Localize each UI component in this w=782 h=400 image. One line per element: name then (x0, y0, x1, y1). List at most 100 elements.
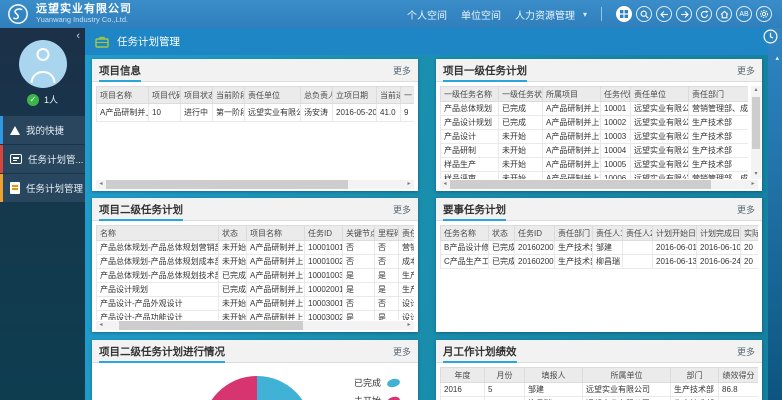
table-cell: 已完成 (499, 102, 543, 116)
page-scrollbar[interactable] (768, 28, 782, 400)
table-cell: 远望实业有限公司 (245, 104, 301, 122)
table-cell: 产品设计-产品功能设计 (97, 311, 219, 321)
scrollbar-thumb[interactable] (106, 180, 348, 189)
table-cell: 10005 (601, 158, 631, 172)
table-header-row: 项目名称项目代码项目状态当前阶段责任单位总负责人立项日期当前进度一 (97, 87, 415, 104)
scroll-right-icon[interactable]: ▸ (404, 180, 414, 189)
scrollbar-thumb[interactable] (119, 321, 303, 330)
more-link[interactable]: 更多 (393, 345, 411, 358)
table-cell: 10006 (601, 172, 631, 180)
nav-hr-management[interactable]: 人力资源管理 (515, 7, 575, 22)
horizontal-scrollbar[interactable]: ◂ ▸ (96, 321, 414, 330)
table-cell (623, 255, 653, 269)
table-cell: 201602001 (515, 241, 555, 255)
scroll-down-icon[interactable]: ▾ (754, 170, 757, 179)
table-cell: 生产技术部 (555, 241, 593, 255)
nav-unit-space[interactable]: 单位空间 (461, 7, 501, 22)
panel-level2-task-plan: 项目二级任务计划 更多 名称状态项目名称任务ID关键节点里程碑责任产品总体规划-… (92, 198, 418, 332)
table-cell (623, 241, 653, 255)
back-arrow-icon[interactable] (656, 6, 672, 22)
table-cell: A产品研制并上市 (247, 311, 305, 321)
table-cell: 营销管理部、成本管理部 (689, 102, 749, 116)
company-name-en: Yuanwang Industry Co.,Ltd. (36, 16, 132, 24)
vertical-scrollbar[interactable]: ▴ ▾ (751, 86, 761, 179)
table-cell: 未开始 (219, 241, 247, 255)
language-ab-icon[interactable]: AB (736, 6, 752, 22)
search-icon[interactable] (636, 6, 652, 22)
sidebar-collapse-icon[interactable]: ‹ (76, 30, 80, 42)
table-cell: 否 (343, 297, 375, 311)
sidebar-item-my-shortcuts[interactable]: 我的快捷 (0, 116, 85, 144)
table-cell: 远望实业有限公司 (583, 383, 671, 397)
table-cell: 已完成 (499, 116, 543, 130)
table-cell: 10003002 (305, 311, 343, 321)
project-info-table: 项目名称项目代码项目状态当前阶段责任单位总负责人立项日期当前进度一A产品研制并上… (96, 86, 414, 122)
nav-personal-space[interactable]: 个人空间 (407, 7, 447, 22)
panel-title: 项目一级任务计划 (443, 59, 527, 82)
chevron-down-icon[interactable]: ▾ (583, 10, 587, 19)
table-cell: 产品设计 (441, 130, 499, 144)
table-row: 样品评审未开始A产品研制并上市10006远望实业有限公司营销管理部、成本管理部 (441, 172, 749, 180)
more-link[interactable]: 更多 (737, 64, 755, 77)
more-link[interactable]: 更多 (737, 345, 755, 358)
sidebar-item-task-plan-mgmt-2[interactable]: 任务计划管理 (0, 174, 85, 202)
scroll-right-icon[interactable]: ▸ (748, 180, 758, 189)
apps-grid-icon[interactable] (616, 6, 632, 22)
scroll-right-icon[interactable]: ▸ (404, 321, 414, 330)
column-header: 计划开始日期 (653, 226, 697, 241)
table-cell: 未开始 (219, 255, 247, 269)
table-row: 产品总体规划已完成A产品研制并上市10001远望实业有限公司营销管理部、成本管理… (441, 102, 749, 116)
table-cell: 否 (343, 241, 375, 255)
table-cell: 2016-06-01 (653, 241, 697, 255)
page-title-bar: 任务计划管理 (85, 28, 782, 55)
toolbar-icons: AB (616, 6, 772, 22)
table-cell: 20 (741, 255, 759, 269)
panel-project-info: 项目信息 更多 项目名称项目代码项目状态当前阶段责任单位总负责人立项日期当前进度… (92, 59, 418, 191)
horizontal-scrollbar[interactable]: ◂ ▸ (96, 180, 414, 189)
user-avatar[interactable] (19, 40, 67, 88)
refresh-icon[interactable] (696, 6, 712, 22)
scroll-left-icon[interactable]: ◂ (96, 321, 106, 330)
clock-icon[interactable] (763, 29, 778, 49)
table-cell: 远望实业有限公司 (631, 102, 689, 116)
legend-marker (386, 395, 401, 400)
table-cell: 2016 (441, 397, 485, 400)
level2-task-table: 名称状态项目名称任务ID关键节点里程碑责任产品总体规划-产品总体规划营销部分未开… (96, 225, 414, 320)
scrollbar-thumb[interactable] (450, 180, 711, 189)
table-header-row: 名称状态项目名称任务ID关键节点里程碑责任 (97, 226, 415, 241)
table-cell: 未开始 (219, 311, 247, 321)
table-cell: 进行中 (181, 104, 213, 122)
scroll-left-icon[interactable]: ◂ (96, 180, 106, 189)
table-cell: 10 (149, 104, 181, 122)
column-header: 绩效得分 (719, 368, 759, 383)
table-cell: 生产技术部 (689, 130, 749, 144)
more-link[interactable]: 更多 (393, 203, 411, 216)
scroll-up-icon[interactable]: ▴ (754, 86, 757, 95)
table-cell: 邹建 (525, 383, 583, 397)
table-cell: 远望实业有限公司 (631, 130, 689, 144)
column-header: 关键节点 (343, 226, 375, 241)
panel-level2-progress-chart: 项目二级任务计划进行情况 更多 已完成 未开始 (92, 340, 418, 400)
document-icon (10, 182, 20, 194)
top-bar: 远望实业有限公司 Yuanwang Industry Co.,Ltd. 个人空间… (0, 0, 782, 28)
column-header: 所属项目 (543, 87, 601, 102)
table-cell: 已完成 (219, 269, 247, 283)
more-link[interactable]: 更多 (393, 64, 411, 77)
table-cell: 远望实业有限公司 (583, 397, 671, 400)
scroll-left-icon[interactable]: ◂ (440, 180, 450, 189)
more-link[interactable]: 更多 (737, 203, 755, 216)
forward-arrow-icon[interactable] (676, 6, 692, 22)
column-header: 一级任务状态 (499, 87, 543, 102)
scrollbar-thumb[interactable] (752, 97, 760, 149)
settings-gear-icon[interactable] (756, 6, 772, 22)
table-cell: 设计 (399, 311, 415, 321)
key-tasks-table: 任务名称状态任务ID责任部门责任人1责任人2计划开始日期计划完成日期实际B产品设… (440, 225, 758, 269)
page-scroll-up-icon[interactable]: ▴ (775, 54, 779, 62)
column-header: 责任单位 (245, 87, 301, 104)
home-icon[interactable] (716, 6, 732, 22)
pie-chart (202, 376, 312, 400)
table-cell: 生产技术部 (689, 158, 749, 172)
horizontal-scrollbar[interactable]: ◂ ▸ (440, 180, 758, 189)
table-row: 样品生产未开始A产品研制并上市10005远望实业有限公司生产技术部 (441, 158, 749, 172)
sidebar-item-task-plan-mgmt-1[interactable]: 任务计划管... (0, 145, 85, 173)
